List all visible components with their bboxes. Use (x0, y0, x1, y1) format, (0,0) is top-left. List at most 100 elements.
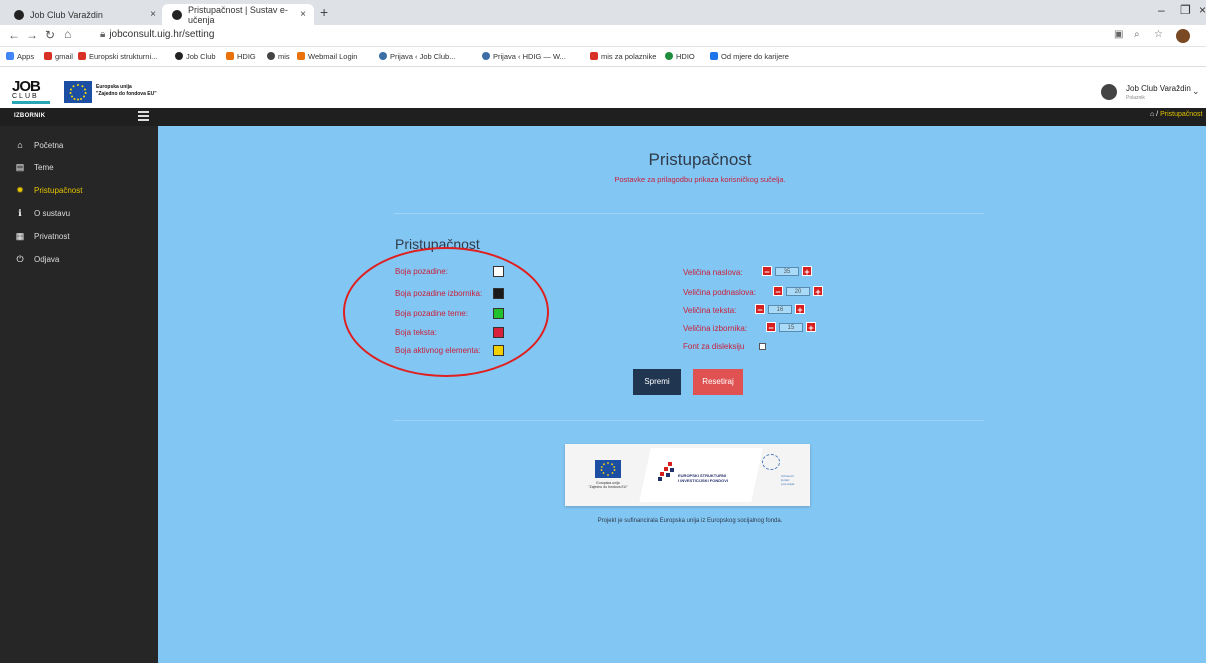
power-icon: ⏻ (16, 254, 24, 264)
home-icon[interactable]: ⌂ (1150, 111, 1154, 118)
sidebar-item-pristupacnost[interactable]: ✹ Pristupačnost (14, 185, 82, 196)
sidebar-item-label: Pristupačnost (34, 186, 83, 195)
hamburger-menu-icon[interactable] (138, 111, 149, 121)
bookmark-item[interactable]: Od mjere do karijere (710, 52, 789, 61)
eu-slogan: Europska unija "Zajedno do fondova EU" (96, 84, 157, 97)
sidebar-item-label: Privatnost (34, 232, 70, 241)
divider (394, 420, 984, 421)
sidebar-item-teme[interactable]: ▤ Teme (14, 162, 54, 173)
document-icon: ▦ (15, 231, 25, 241)
subtitle-size-label: Veličina podnaslova: (683, 288, 756, 297)
back-icon[interactable]: ← (8, 28, 20, 42)
reload-icon[interactable]: ↻ (45, 28, 55, 42)
url-text: jobconsult.uig.hr/setting (109, 29, 215, 40)
job-club-logo[interactable]: JOB CLUB (12, 79, 50, 104)
bookmark-star-icon[interactable]: ☆ (1154, 29, 1163, 40)
mis-polaznici-icon (590, 52, 598, 60)
text-size-label: Veličina teksta: (683, 306, 737, 315)
page-title: Pristupačnost (648, 150, 752, 169)
bookmark-item[interactable]: mis (267, 52, 290, 61)
decrease-button[interactable]: − (773, 286, 783, 297)
sidebar-item-o-sustavu[interactable]: ℹ O sustavu (14, 208, 70, 219)
decrease-button[interactable]: − (762, 266, 772, 277)
user-avatar[interactable] (1101, 84, 1117, 100)
increase-button[interactable]: + (802, 266, 812, 277)
eu-flag-logo (64, 81, 92, 103)
main-content (158, 126, 1206, 663)
close-tab-icon[interactable]: × (150, 9, 156, 20)
browser-tab-job-club[interactable]: Job Club Varaždin × (4, 4, 164, 25)
human-resources-text: Učinkoviti ljudski potencijali (781, 474, 795, 486)
bookmark-item[interactable]: Webmail Login (297, 52, 357, 61)
increase-button[interactable]: + (795, 304, 805, 315)
menu-size-stepper[interactable]: − 15 + (766, 322, 816, 333)
title-size-stepper[interactable]: − 35 + (762, 266, 812, 277)
home-browser-icon[interactable]: ⌂ (64, 27, 71, 41)
sidebar-item-label: Početna (34, 140, 64, 150)
site-header (0, 67, 1206, 108)
sidebar-item-privatnost[interactable]: ▦ Privatnost (14, 231, 70, 242)
browser-profile-avatar[interactable] (1176, 29, 1190, 43)
eu-caption: Europska unija "Zajedno do fondova EU" (588, 481, 628, 489)
breadcrumb-current: Pristupačnost (1160, 111, 1203, 118)
increase-button[interactable]: + (806, 322, 816, 333)
top-nav-bar (0, 108, 1206, 126)
sidebar-item-label: Teme (34, 163, 54, 172)
user-name[interactable]: Job Club Varaždin (1126, 84, 1191, 93)
translate-icon[interactable]: ▣ (1114, 29, 1123, 40)
tab-title: Job Club Varaždin (30, 9, 103, 20)
wordpress-icon (482, 52, 490, 60)
decrease-button[interactable]: − (766, 322, 776, 333)
size-value[interactable]: 15 (779, 322, 803, 332)
breadcrumb: ⌂ / Pristupačnost (1150, 111, 1203, 118)
gear-icon: ✹ (16, 185, 24, 195)
mis-icon (267, 52, 275, 60)
text-size-stepper[interactable]: − 16 + (755, 304, 805, 315)
reset-button[interactable]: Resetiraj (693, 369, 743, 395)
decrease-button[interactable]: − (755, 304, 765, 315)
page-subtitle: Postavke za prilagodbu prikaza korisničk… (614, 175, 786, 184)
zoom-icon[interactable]: ⌕ (1134, 29, 1140, 40)
menu-size-label: Veličina izbornika: (683, 324, 748, 333)
sidebar-item-odjava[interactable]: ⏻ Odjava (14, 254, 59, 265)
chevron-down-icon[interactable]: ⌄ (1192, 86, 1200, 97)
funding-note: Projekt je sufinancirala Europska unija … (597, 518, 783, 524)
hdio-icon (665, 52, 673, 60)
dyslexia-font-checkbox[interactable] (759, 343, 766, 350)
save-button[interactable]: Spremi (633, 369, 681, 395)
bookmark-item[interactable]: gmail (44, 52, 73, 61)
bookmark-item[interactable]: Prijava ‹ Job Club... (379, 52, 455, 61)
minimize-icon[interactable]: – (1158, 3, 1165, 17)
url-field[interactable]: 🔒︎ jobconsult.uig.hr/setting (100, 29, 214, 40)
human-resources-logo-icon (762, 454, 780, 470)
bookmark-item[interactable]: HDIG (226, 52, 256, 61)
sidebar-item-label: O sustavu (34, 209, 71, 218)
increase-button[interactable]: + (813, 286, 823, 297)
info-icon: ℹ (18, 208, 22, 218)
bookmark-item[interactable]: Job Club (175, 52, 216, 61)
size-value[interactable]: 20 (786, 286, 810, 296)
size-value[interactable]: 35 (775, 266, 799, 276)
croatian-checker-icon (658, 462, 676, 482)
sidebar-item-pocetna[interactable]: ⌂ Početna (14, 140, 63, 150)
dyslexia-font-label: Font za disleksiju (683, 342, 745, 351)
job-club-icon (175, 52, 183, 60)
bookmark-item[interactable]: mis za polaznike (590, 52, 656, 61)
window-close-icon[interactable]: × (1199, 3, 1206, 17)
bookmark-item[interactable]: Prijava ‹ HDIG — W... (482, 52, 566, 61)
bookmark-item[interactable]: Europski strukturni... (78, 52, 157, 61)
browser-tab-pristupacnost[interactable]: Pristupačnost | Sustav e-učenja × (162, 4, 314, 25)
bookmark-item[interactable]: HDIO (665, 52, 695, 61)
close-tab-icon[interactable]: × (300, 9, 306, 20)
site-favicon-icon (172, 9, 182, 20)
new-tab-button[interactable]: + (320, 4, 328, 20)
subtitle-size-stepper[interactable]: − 20 + (773, 286, 823, 297)
bookmark-item[interactable]: Apps (6, 52, 34, 61)
size-value[interactable]: 16 (768, 304, 792, 314)
title-size-label: Veličina naslova: (683, 268, 743, 277)
forward-icon[interactable]: → (26, 28, 38, 42)
esi-funds-text: EUROPSKI STRUKTURNI I INVESTICIJSKI FOND… (678, 473, 729, 483)
divider (394, 213, 984, 214)
eu-funds-icon (78, 52, 86, 60)
maximize-icon[interactable]: ❐ (1180, 3, 1191, 17)
